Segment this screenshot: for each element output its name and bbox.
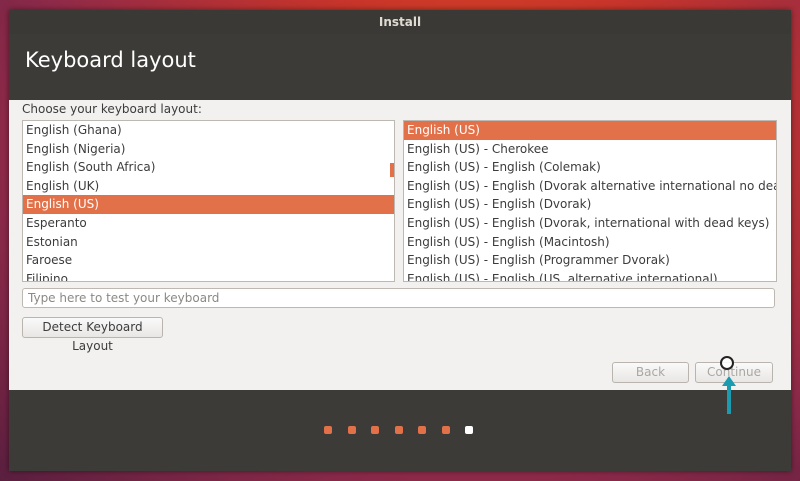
variant-item[interactable]: English (US) (404, 121, 776, 140)
back-button[interactable]: Back (612, 362, 689, 383)
progress-dot (371, 426, 379, 434)
variant-item[interactable]: English (US) - English (Macintosh) (404, 233, 776, 252)
layout-item[interactable]: Faroese (23, 251, 394, 270)
variant-item[interactable]: English (US) - English (Dvorak, internat… (404, 214, 776, 233)
page-header: Keyboard layout (9, 34, 791, 100)
variant-item[interactable]: English (US) - English (Colemak) (404, 158, 776, 177)
progress-dot (465, 426, 473, 434)
layout-item[interactable]: Filipino (23, 270, 394, 281)
keyboard-test-input[interactable] (22, 288, 775, 308)
layout-item[interactable]: English (Ghana) (23, 121, 394, 140)
variant-list[interactable]: English (US) English (US) - Cherokee Engli… (403, 120, 777, 282)
scroll-indicator[interactable] (390, 163, 394, 177)
content-area: Choose your keyboard layout: English (Gh… (9, 100, 791, 390)
layout-item[interactable]: Esperanto (23, 214, 394, 233)
footer-bar (9, 390, 791, 471)
variant-item[interactable]: English (US) - English (Dvorak) (404, 195, 776, 214)
mouse-cursor-icon (720, 356, 734, 370)
progress-dot (347, 426, 356, 434)
installer-window: Install Keyboard layout Choose your keyb… (9, 10, 791, 471)
variant-item[interactable]: English (US) - English (Programmer Dvora… (404, 251, 776, 270)
layout-item[interactable]: English (US) (23, 195, 394, 214)
variant-item[interactable]: English (US) - English (Dvorak alternati… (404, 177, 776, 196)
layout-list[interactable]: English (Ghana) English (Nigeria) English … (22, 120, 395, 282)
progress-dot (324, 426, 332, 434)
up-arrow-icon (722, 376, 736, 414)
variant-item[interactable]: English (US) - Cherokee (404, 140, 776, 159)
layout-item[interactable]: English (Nigeria) (23, 140, 394, 159)
page-title: Keyboard layout (25, 48, 196, 72)
progress-dot (441, 426, 450, 434)
layout-prompt-label: Choose your keyboard layout: (22, 102, 202, 116)
detect-layout-button[interactable]: Detect Keyboard Layout (22, 317, 163, 353)
layout-item[interactable]: English (UK) (23, 177, 394, 196)
layout-item[interactable]: English (South Africa) (23, 158, 394, 177)
progress-dot (394, 426, 403, 434)
layout-item[interactable]: Estonian (23, 233, 394, 252)
progress-dot (418, 426, 426, 434)
window-titlebar: Install (9, 10, 791, 34)
variant-item[interactable]: English (US) - English (US, alternative … (404, 270, 776, 281)
